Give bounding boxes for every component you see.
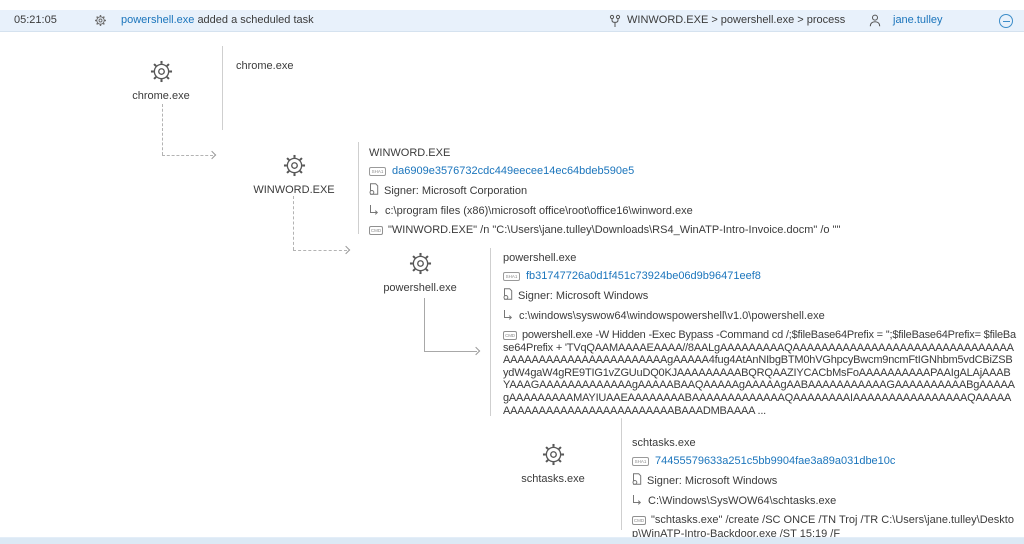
signer-text: Signer: Microsoft Windows — [518, 290, 648, 302]
signer-certificate-icon — [503, 291, 513, 303]
process-node-winword[interactable]: WINWORD.EXE — [249, 153, 339, 196]
gear-icon — [408, 251, 433, 281]
process-node-chrome[interactable]: chrome.exe — [116, 59, 206, 102]
details-divider — [358, 142, 359, 234]
file-path-icon — [632, 496, 643, 508]
user-link[interactable]: jane.tulley — [893, 10, 943, 31]
arrow-head-icon — [342, 246, 350, 254]
detail-title: chrome.exe — [236, 60, 436, 73]
command-line-icon: CMD — [503, 331, 517, 340]
detail-title: powershell.exe — [503, 252, 1017, 265]
breadcrumb[interactable]: WINWORD.EXE > powershell.exe > process — [627, 10, 845, 31]
process-details-powershell: powershell.exe SHA1 fb31747726a0d1f451c73… — [503, 252, 1017, 422]
signer-certificate-icon — [632, 476, 642, 488]
gear-icon — [541, 442, 566, 472]
person-icon — [869, 14, 881, 30]
gear-icon — [282, 153, 307, 183]
detail-title: WINWORD.EXE — [369, 147, 989, 160]
process-node-schtasks[interactable]: schtasks.exe — [508, 442, 598, 485]
details-divider — [222, 46, 223, 130]
signer-certificate-icon — [369, 186, 379, 198]
top-bar: 05:21:05 powershell.exe added a schedule… — [0, 10, 1024, 32]
arrow-head-icon — [472, 347, 480, 355]
command-line-text: "schtasks.exe" /create /SC ONCE /TN Troj… — [632, 514, 1014, 540]
minus-glyph — [1003, 21, 1010, 22]
signer-text: Signer: Microsoft Windows — [647, 475, 777, 487]
connector-line — [293, 250, 347, 251]
process-node-label: chrome.exe — [116, 90, 206, 102]
arrow-head-icon — [208, 151, 216, 159]
detail-title: schtasks.exe — [632, 437, 1016, 450]
collapse-alert-icon[interactable] — [999, 14, 1013, 28]
process-node-label: WINWORD.EXE — [249, 184, 339, 196]
sha1-badge-icon: SHA1 — [503, 272, 520, 281]
command-line-text: "WINWORD.EXE" /n "C:\Users\jane.tulley\D… — [388, 224, 840, 236]
sha1-link[interactable]: 74455579633a251c5bb9904fae3a89a031dbe10c — [655, 455, 895, 467]
alert-process-link[interactable]: powershell.exe — [121, 14, 194, 26]
gear-icon — [149, 59, 174, 89]
connector-line — [424, 351, 477, 352]
details-divider — [490, 248, 491, 416]
process-node-label: schtasks.exe — [508, 473, 598, 485]
sha1-badge-icon: SHA1 — [632, 457, 649, 466]
sha1-link[interactable]: fb31747726a0d1f451c73924be06d9b96471eef8 — [526, 270, 761, 282]
settings-gear-icon — [94, 14, 107, 30]
connector-line — [162, 104, 163, 155]
command-line-icon: CMD — [632, 516, 646, 525]
path-text: c:\windows\syswow64\windowspowershell\v1… — [519, 310, 825, 322]
command-line-icon: CMD — [369, 226, 383, 235]
sha1-link[interactable]: da6909e3576732cdc449eecee14ec64bdeb590e5 — [392, 165, 634, 177]
alert-title-text: added a scheduled task — [197, 14, 313, 26]
sha1-badge-icon: SHA1 — [369, 167, 386, 176]
bottom-bar — [0, 537, 1024, 544]
connector-line — [162, 155, 213, 156]
process-node-label: powershell.exe — [375, 282, 465, 294]
process-tree-icon — [609, 14, 621, 31]
process-details-winword: WINWORD.EXE SHA1 da6909e3576732cdc449eece… — [369, 147, 989, 242]
details-divider — [621, 418, 622, 530]
file-path-icon — [503, 311, 514, 323]
connector-line — [293, 196, 294, 250]
path-text: c:\program files (x86)\microsoft office\… — [385, 205, 693, 217]
connector-line — [424, 298, 425, 351]
file-path-icon — [369, 206, 380, 218]
process-details-chrome: chrome.exe — [236, 60, 436, 78]
path-text: C:\Windows\SysWOW64\schtasks.exe — [648, 495, 836, 507]
alert-time: 05:21:05 — [14, 10, 57, 31]
process-node-powershell[interactable]: powershell.exe — [375, 251, 465, 294]
process-details-schtasks: schtasks.exe SHA1 74455579633a251c5bb9904… — [632, 437, 1016, 544]
signer-text: Signer: Microsoft Corporation — [384, 185, 527, 197]
alert-title: powershell.exe added a scheduled task — [121, 10, 314, 31]
alert-process-tree-page: 05:21:05 powershell.exe added a schedule… — [0, 0, 1024, 544]
command-line-text: powershell.exe -W Hidden -Exec Bypass -C… — [503, 329, 1016, 417]
